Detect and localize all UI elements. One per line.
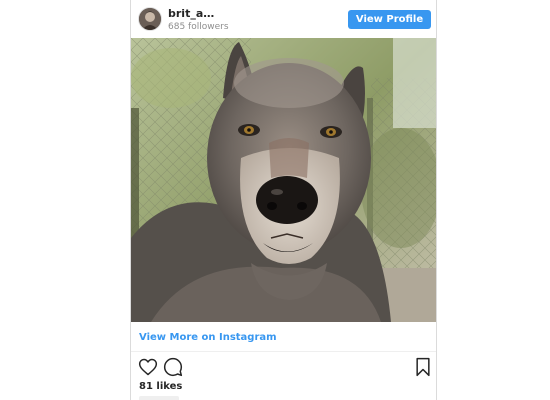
username[interactable]: brit_a… — [168, 7, 229, 21]
caption-placeholder — [139, 396, 179, 400]
view-more-link[interactable]: View More on Instagram — [139, 331, 277, 345]
bookmark-icon[interactable] — [413, 357, 433, 377]
post-image[interactable] — [131, 38, 436, 322]
comment-icon[interactable] — [163, 357, 183, 377]
post-header: brit_a… 685 followers View Profile — [131, 0, 436, 38]
like-count[interactable]: 81 likes — [139, 380, 182, 394]
instagram-embed: brit_a… 685 followers View Profile View … — [130, 0, 437, 400]
avatar[interactable] — [139, 8, 161, 30]
action-bar — [131, 357, 436, 379]
view-profile-button[interactable]: View Profile — [348, 10, 431, 29]
follower-count: 685 followers — [168, 22, 229, 32]
divider — [131, 351, 436, 352]
user-block: brit_a… 685 followers — [168, 7, 229, 33]
wolf-photo-icon — [131, 38, 436, 322]
heart-icon[interactable] — [138, 357, 158, 377]
